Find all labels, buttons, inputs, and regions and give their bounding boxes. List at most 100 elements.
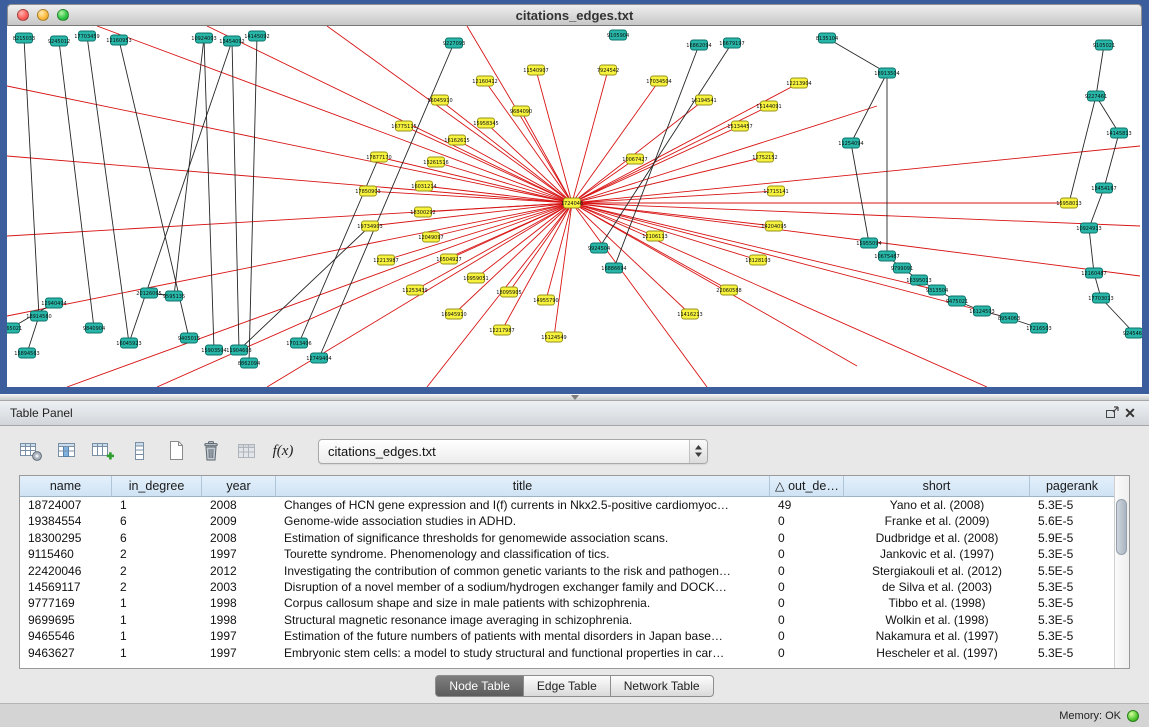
column-header-name[interactable]: name: [20, 476, 112, 497]
graph-node[interactable]: 18913504: [874, 68, 899, 78]
graph-node[interactable]: 18128103: [745, 255, 770, 265]
graph-node[interactable]: 12160953: [106, 35, 131, 45]
graph-node[interactable]: 19734903: [357, 221, 382, 231]
tab-node-table[interactable]: Node Table: [435, 675, 524, 697]
graph-node[interactable]: 9465021: [7, 323, 22, 333]
graph-node[interactable]: 16504927: [436, 254, 461, 264]
graph-node[interactable]: 8135104: [816, 33, 838, 43]
tab-network-table[interactable]: Network Table: [611, 675, 714, 697]
column-header-short[interactable]: short: [844, 476, 1030, 497]
graph-node[interactable]: 18095905: [496, 287, 521, 297]
graph-node[interactable]: 1724046: [561, 198, 583, 208]
minimize-window-button[interactable]: [37, 9, 49, 21]
graph-node[interactable]: 17013406: [286, 338, 311, 348]
graph-node[interactable]: 10675487: [874, 251, 899, 261]
graph-node[interactable]: 16194541: [691, 95, 716, 105]
graph-node[interactable]: 13454167: [1091, 183, 1116, 193]
graph-node[interactable]: 10067427: [622, 154, 647, 164]
graph-node[interactable]: 22060588: [716, 285, 741, 295]
graph-node[interactable]: 15894563: [14, 348, 39, 358]
column-header-year[interactable]: year: [202, 476, 276, 497]
graph-node[interactable]: 9405015: [178, 333, 200, 343]
close-window-button[interactable]: [17, 9, 29, 21]
column-button[interactable]: [124, 438, 154, 464]
table-selector-dropdown[interactable]: citations_edges.txt: [318, 439, 708, 464]
graph-node[interactable]: 16679197: [719, 38, 744, 48]
table-row[interactable]: 946554611997Estimation of the future num…: [20, 628, 1114, 644]
table-row[interactable]: 946362711997Embryonic stem cells: a mode…: [20, 645, 1114, 661]
graph-node[interactable]: 9475021: [946, 296, 968, 306]
tab-edge-table[interactable]: Edge Table: [524, 675, 611, 697]
graph-node[interactable]: 14145813: [1106, 128, 1131, 138]
graph-node[interactable]: 12160487: [1081, 268, 1106, 278]
graph-node[interactable]: 10924003: [191, 33, 216, 43]
import-table-button[interactable]: [232, 438, 262, 464]
panel-splitter[interactable]: [0, 394, 1149, 401]
table-row[interactable]: 1938455462009Genome-wide association stu…: [20, 513, 1114, 529]
graph-node[interactable]: 9245461: [1123, 328, 1142, 338]
graph-node[interactable]: 12217987: [489, 325, 514, 335]
graph-node[interactable]: 7924542: [597, 65, 619, 75]
graph-node[interactable]: 9684090: [510, 106, 532, 116]
graph-node[interactable]: 15144091: [756, 101, 781, 111]
column-header-in_degree[interactable]: in_degree: [112, 476, 202, 497]
function-builder-button[interactable]: f(x): [268, 438, 298, 464]
graph-node[interactable]: 14145092: [244, 31, 269, 41]
show-columns-button[interactable]: [52, 438, 82, 464]
graph-node[interactable]: 17850903: [355, 186, 380, 196]
graph-node[interactable]: 9227093: [443, 38, 465, 48]
graph-node[interactable]: 15903504: [201, 345, 226, 355]
graph-node[interactable]: 16031214: [411, 181, 436, 191]
delete-table-button[interactable]: [196, 438, 226, 464]
graph-node[interactable]: 11540907: [523, 65, 548, 75]
graph-node[interactable]: 12715141: [763, 186, 788, 196]
vertical-scrollbar[interactable]: [1114, 476, 1129, 668]
graph-node[interactable]: 9313504: [926, 285, 948, 295]
graph-node[interactable]: 15958013: [1056, 198, 1081, 208]
graph-node[interactable]: 17034504: [646, 76, 671, 86]
graph-node[interactable]: 16886694: [601, 263, 626, 273]
graph-node[interactable]: 12752152: [752, 152, 777, 162]
graph-node[interactable]: 9227461: [1085, 91, 1107, 101]
graph-node[interactable]: 15955094: [856, 238, 881, 248]
graph-node[interactable]: 11253439: [402, 285, 427, 295]
graph-node[interactable]: 16162615: [444, 135, 469, 145]
close-panel-button[interactable]: ✕: [1121, 404, 1139, 422]
graph-node[interactable]: 15958345: [473, 118, 498, 128]
graph-node[interactable]: 12940404: [41, 298, 66, 308]
graph-node[interactable]: 17703013: [1088, 293, 1113, 303]
graph-node[interactable]: 17877170: [366, 152, 391, 162]
new-table-button[interactable]: [160, 438, 190, 464]
float-panel-button[interactable]: [1103, 404, 1121, 422]
graph-node[interactable]: 14204095: [761, 221, 786, 231]
table-mode-button[interactable]: [16, 438, 46, 464]
graph-node[interactable]: 18300292: [410, 207, 435, 217]
graph-node[interactable]: 13261516: [423, 157, 448, 167]
table-row[interactable]: 911546021997Tourette syndrome. Phenomeno…: [20, 546, 1114, 562]
graph-node[interactable]: 17216503: [1026, 323, 1051, 333]
graph-node[interactable]: 12749404: [306, 353, 331, 363]
graph-node[interactable]: 9799091: [891, 263, 913, 273]
graph-node[interactable]: 9924504: [588, 243, 610, 253]
column-header-pagerank[interactable]: pagerank: [1030, 476, 1114, 497]
table-row[interactable]: 1872400712008Changes of HCN gene express…: [20, 497, 1114, 513]
graph-node[interactable]: 9840904: [83, 323, 105, 333]
graph-node[interactable]: 16945910: [441, 309, 466, 319]
graph-node[interactable]: 8954063: [998, 313, 1020, 323]
table-row[interactable]: 2242004622012Investigating the contribut…: [20, 563, 1114, 579]
graph-node[interactable]: 16395013: [906, 275, 931, 285]
table-row[interactable]: 1830029562008Estimation of significance …: [20, 530, 1114, 546]
graph-node[interactable]: 8862094: [238, 358, 260, 368]
graph-node[interactable]: 9245012: [48, 36, 70, 46]
column-header-out_degree[interactable]: △ out_de…: [770, 476, 844, 497]
column-header-title[interactable]: title: [276, 476, 770, 497]
create-column-button[interactable]: [88, 438, 118, 464]
scrollbar-thumb[interactable]: [1116, 499, 1127, 555]
graph-node[interactable]: 15124549: [541, 332, 566, 342]
graph-node[interactable]: 10959051: [463, 273, 488, 283]
graph-node[interactable]: 12049097: [418, 232, 443, 242]
table-row[interactable]: 977716911998Corpus callosum shape and si…: [20, 595, 1114, 611]
graph-node[interactable]: 12160412: [472, 76, 497, 86]
graph-node[interactable]: 15134457: [727, 121, 752, 131]
graph-node[interactable]: 11254094: [838, 138, 863, 148]
